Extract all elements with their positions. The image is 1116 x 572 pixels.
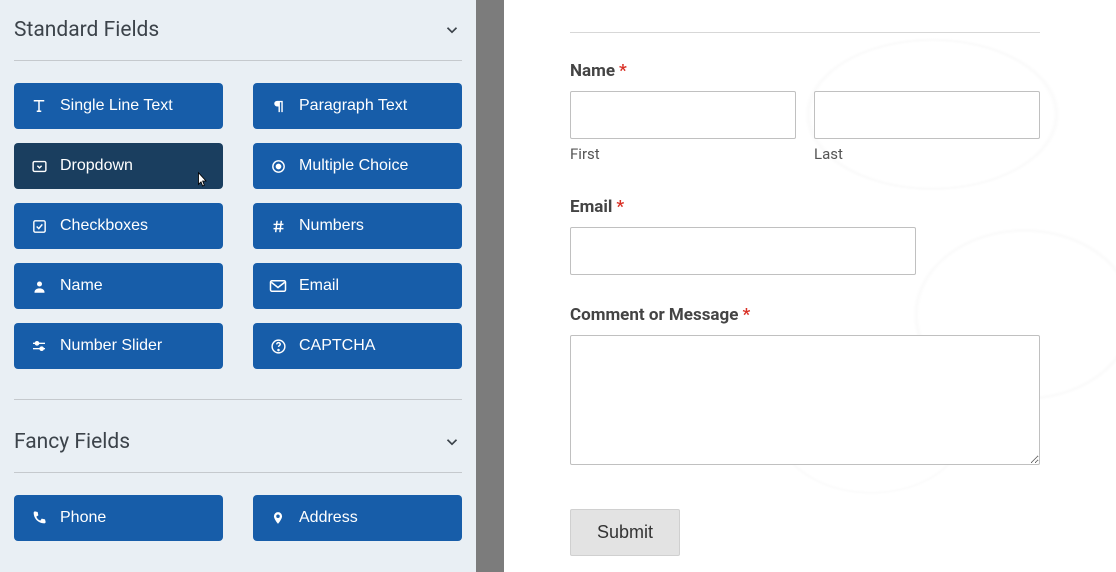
cursor-pointer-icon: [192, 171, 210, 191]
field-label: Phone: [60, 509, 106, 527]
required-indicator: *: [619, 61, 627, 81]
standard-fields-grid: Single Line Text Paragraph Text Dropdown: [14, 83, 462, 369]
field-checkboxes[interactable]: Checkboxes: [14, 203, 223, 249]
email-field-group: Email*: [570, 197, 1040, 275]
required-indicator: *: [616, 197, 624, 217]
fancy-fields-grid: Phone Address: [14, 495, 462, 541]
first-sublabel: First: [570, 145, 796, 163]
field-multiple-choice[interactable]: Multiple Choice: [253, 143, 462, 189]
separator: [570, 32, 1040, 33]
envelope-icon: [269, 277, 287, 295]
radio-icon: [269, 157, 287, 175]
field-label: Name: [60, 277, 103, 295]
fields-sidebar: Standard Fields Single Line Text Paragra…: [0, 0, 476, 572]
help-icon: [269, 337, 287, 355]
field-label: Number Slider: [60, 337, 162, 355]
panel-divider[interactable]: [476, 0, 504, 572]
field-label: Multiple Choice: [299, 157, 408, 175]
field-label: Dropdown: [60, 157, 133, 175]
required-indicator: *: [742, 305, 750, 325]
field-label: CAPTCHA: [299, 337, 375, 355]
field-paragraph-text[interactable]: Paragraph Text: [253, 83, 462, 129]
field-label: Single Line Text: [60, 97, 173, 115]
fancy-fields-header[interactable]: Fancy Fields: [14, 399, 462, 473]
phone-icon: [30, 509, 48, 527]
field-dropdown[interactable]: Dropdown: [14, 143, 223, 189]
email-label: Email*: [570, 197, 1040, 217]
field-email[interactable]: Email: [253, 263, 462, 309]
field-name[interactable]: Name: [14, 263, 223, 309]
slider-icon: [30, 337, 48, 355]
field-label: Email: [299, 277, 339, 295]
chevron-down-icon: [442, 20, 462, 40]
field-label: Numbers: [299, 217, 364, 235]
field-label: Checkboxes: [60, 217, 148, 235]
standard-fields-title: Standard Fields: [14, 18, 159, 42]
dropdown-icon: [30, 157, 48, 175]
last-sublabel: Last: [814, 145, 1040, 163]
fancy-fields-title: Fancy Fields: [14, 430, 130, 454]
first-name-input[interactable]: [570, 91, 796, 139]
standard-fields-header[interactable]: Standard Fields: [14, 8, 462, 61]
checkbox-icon: [30, 217, 48, 235]
field-phone[interactable]: Phone: [14, 495, 223, 541]
field-numbers[interactable]: Numbers: [253, 203, 462, 249]
text-icon: [30, 97, 48, 115]
form-preview: Name* First Last Email*: [504, 0, 1116, 572]
comment-textarea[interactable]: [570, 335, 1040, 465]
paragraph-icon: [269, 97, 287, 115]
field-address[interactable]: Address: [253, 495, 462, 541]
user-icon: [30, 277, 48, 295]
field-label: Paragraph Text: [299, 97, 407, 115]
email-input[interactable]: [570, 227, 916, 275]
name-label: Name*: [570, 61, 1040, 81]
last-name-input[interactable]: [814, 91, 1040, 139]
submit-button[interactable]: Submit: [570, 509, 680, 556]
field-number-slider[interactable]: Number Slider: [14, 323, 223, 369]
pin-icon: [269, 509, 287, 527]
name-field-group: Name* First Last: [570, 61, 1040, 163]
field-single-line-text[interactable]: Single Line Text: [14, 83, 223, 129]
hash-icon: [269, 217, 287, 235]
comment-label: Comment or Message*: [570, 305, 1040, 325]
field-label: Address: [299, 509, 358, 527]
comment-field-group: Comment or Message*: [570, 305, 1040, 469]
field-captcha[interactable]: CAPTCHA: [253, 323, 462, 369]
chevron-down-icon: [442, 432, 462, 452]
